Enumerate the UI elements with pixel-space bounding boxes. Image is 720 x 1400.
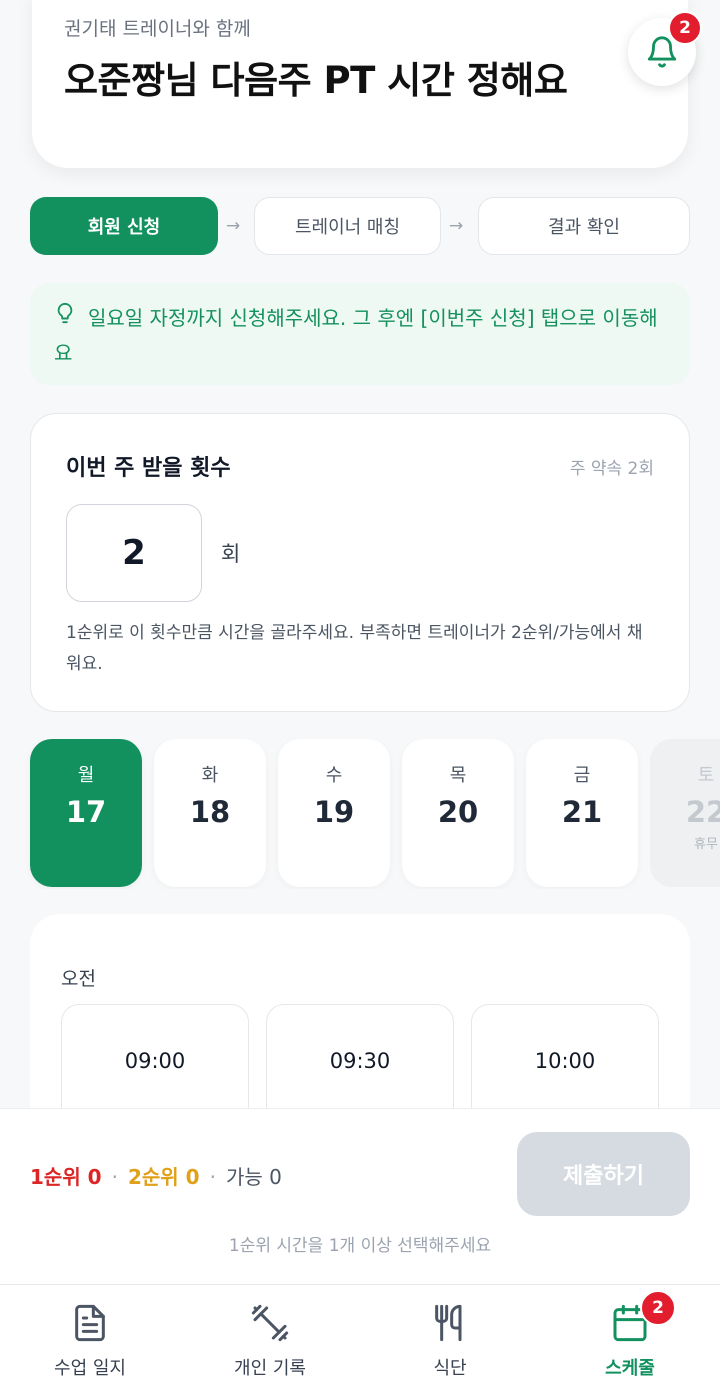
tab-label: 개인 기록 [234,1358,306,1379]
day-date: 20 [437,795,479,829]
notification-badge: 2 [668,11,702,45]
priority1-count: 1순위 0 [30,1165,102,1189]
submit-hint: 1순위 시간을 1개 이상 선택해주세요 [228,1236,492,1256]
day-wednesday[interactable]: 수 19 [278,739,390,887]
session-count-card: 이번 주 받을 횟수 주 약속 2회 2 회 1순위로 이 횟수만큼 시간을 골… [30,413,690,712]
day-name: 월 [77,765,95,786]
day-name: 목 [449,765,467,786]
document-icon [75,1304,105,1342]
lightbulb-icon [54,300,76,336]
tab-schedule[interactable]: 2 스케줄 [540,1285,720,1400]
header-subtitle: 권기태 트레이너와 함께 [64,18,251,40]
tab-personal-record[interactable]: 개인 기록 [180,1285,360,1400]
day-name: 금 [573,765,591,786]
day-closed-note: 휴무 [694,837,718,852]
submit-button[interactable]: 제출하기 [517,1132,690,1216]
day-selector: 월 17 화 18 수 19 목 20 금 21 토 22 휴무 [0,739,720,889]
time-slot[interactable]: 09:30 [266,1004,454,1124]
separator-dot: · [209,1165,216,1189]
separator-dot: · [111,1165,118,1189]
day-date: 22 [685,795,720,829]
day-date: 21 [561,795,603,829]
day-date: 17 [65,795,107,829]
utensils-icon [435,1304,462,1342]
tip-banner: 일요일 자정까지 신청해주세요. 그 후엔 [이번주 신청] 탭으로 이동해요 [30,283,690,385]
day-saturday: 토 22 휴무 [650,739,720,887]
session-count-title: 이번 주 받을 횟수 [66,456,231,481]
step-member-request: 회원 신청 [30,197,218,255]
schedule-badge: 2 [640,1290,676,1326]
bottom-tab-bar: 수업 일지 개인 기록 식단 2 스케줄 [0,1284,720,1400]
day-thursday[interactable]: 목 20 [402,739,514,887]
step-arrow-icon: → [226,216,241,236]
session-count-unit: 회 [221,542,241,566]
selection-tally: 1순위 0 · 2순위 0 · 가능 0 [30,1161,282,1190]
available-count: 가능 0 [225,1165,282,1189]
step-trainer-matching: 트레이너 매칭 [254,197,441,255]
period-label-morning: 오전 [61,968,96,990]
time-slot[interactable]: 09:00 [61,1004,249,1124]
day-name: 토 [697,765,715,786]
dumbbell-icon [251,1304,289,1342]
day-name: 수 [325,765,343,786]
day-date: 18 [189,795,231,829]
day-monday[interactable]: 월 17 [30,739,142,887]
tab-label: 스케줄 [605,1358,655,1379]
priority2-count: 2순위 0 [127,1165,200,1189]
time-slot[interactable]: 10:00 [471,1004,659,1124]
step-result-check: 결과 확인 [478,197,690,255]
tab-class-journal[interactable]: 수업 일지 [0,1285,180,1400]
day-date: 19 [313,795,355,829]
session-count-help: 1순위로 이 횟수만큼 시간을 골라주세요. 부족하면 트레이너가 2순위/가능… [66,623,643,674]
tip-text: 일요일 자정까지 신청해주세요. 그 후엔 [이번주 신청] 탭으로 이동해요 [54,306,658,365]
day-tuesday[interactable]: 화 18 [154,739,266,887]
session-count-input[interactable]: 2 [66,504,202,602]
step-arrow-icon: → [449,216,464,236]
tab-diet[interactable]: 식단 [360,1285,540,1400]
tab-label: 수업 일지 [54,1358,126,1379]
tab-label: 식단 [433,1358,467,1379]
submit-panel: 1순위 0 · 2순위 0 · 가능 0 제출하기 1순위 시간을 1개 이상 선택해주… [0,1108,720,1284]
weekly-promise-label: 주 약속 2회 [569,459,654,479]
day-name: 화 [201,765,219,786]
page-title: 오준짱님 다음주 PT 시간 정해요 [64,59,568,102]
header-card: 권기태 트레이너와 함께 오준짱님 다음주 PT 시간 정해요 [32,0,688,168]
day-friday[interactable]: 금 21 [526,739,638,887]
progress-steps: 회원 신청 → 트레이너 매칭 → 결과 확인 [30,197,690,255]
